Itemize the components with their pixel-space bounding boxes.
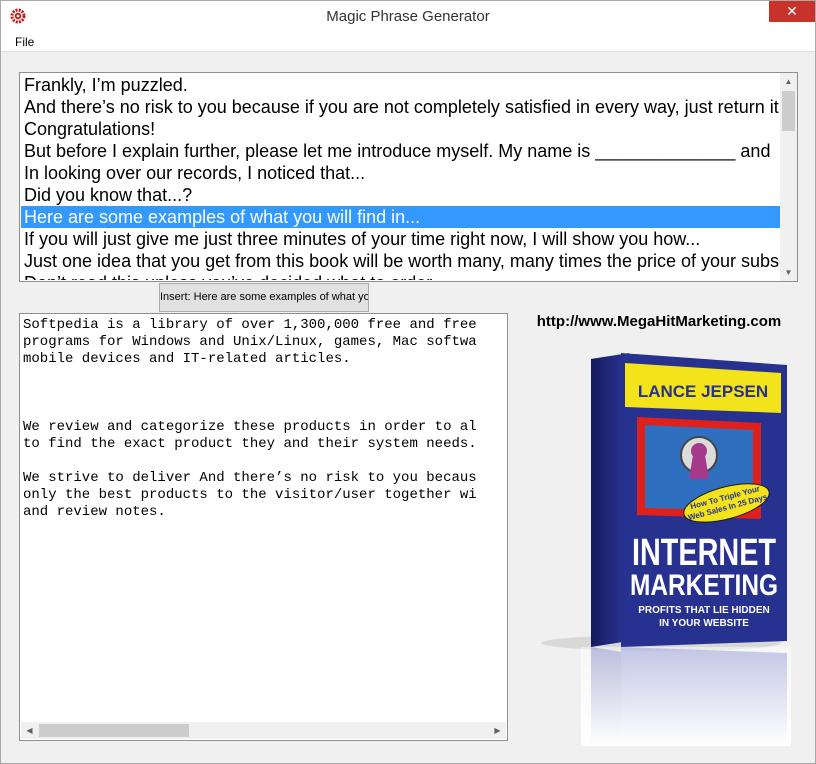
scroll-thumb[interactable] bbox=[782, 91, 795, 131]
close-icon: ✕ bbox=[786, 3, 798, 19]
menu-file[interactable]: File bbox=[15, 35, 34, 49]
menu-bar: File bbox=[1, 32, 815, 52]
list-item[interactable]: Here are some examples of what you will … bbox=[21, 206, 782, 228]
book-author: LANCE JEPSEN bbox=[638, 382, 768, 401]
close-button[interactable]: ✕ bbox=[769, 1, 815, 22]
list-item[interactable]: In looking over our records, I noticed t… bbox=[21, 162, 782, 184]
list-item[interactable]: But before I explain further, please let… bbox=[21, 140, 782, 162]
book-cover-image[interactable]: LANCE JEPSEN How To Triple Your Web Sale… bbox=[541, 351, 791, 746]
window-title: Magic Phrase Generator bbox=[326, 8, 490, 25]
editor-horizontal-scrollbar[interactable]: ◀ ▶ bbox=[21, 722, 506, 739]
phrase-list[interactable]: Frankly, I’m puzzled. And there’s no risk… bbox=[19, 72, 798, 282]
insert-button[interactable]: Insert: Here are some examples of what y… bbox=[159, 283, 369, 312]
editor-content[interactable]: Softpedia is a library of over 1,300,000… bbox=[23, 317, 506, 717]
list-item[interactable]: Congratulations! bbox=[21, 118, 782, 140]
scroll-thumb[interactable] bbox=[39, 724, 189, 737]
scroll-up-icon[interactable]: ▲ bbox=[780, 73, 797, 90]
list-item[interactable]: Just one idea that you get from this boo… bbox=[21, 250, 782, 272]
app-window: Magic Phrase Generator ✕ File Frankly, I… bbox=[0, 0, 816, 764]
text-editor[interactable]: Softpedia is a library of over 1,300,000… bbox=[19, 313, 508, 741]
book-title-line-2: MARKETING bbox=[630, 569, 778, 602]
scroll-left-icon[interactable]: ◀ bbox=[21, 722, 38, 739]
scroll-right-icon[interactable]: ▶ bbox=[489, 722, 506, 739]
promo-url-link[interactable]: http://www.MegaHitMarketing.com bbox=[521, 313, 797, 330]
list-item[interactable]: And there’s no risk to you because if yo… bbox=[21, 96, 782, 118]
scroll-down-icon[interactable]: ▼ bbox=[780, 264, 797, 281]
book-title-line-1: INTERNET bbox=[632, 532, 776, 574]
phrase-list-vertical-scrollbar[interactable]: ▲ ▼ bbox=[780, 73, 797, 281]
title-bar[interactable]: Magic Phrase Generator ✕ bbox=[1, 1, 815, 32]
list-item[interactable]: Frankly, I’m puzzled. bbox=[21, 74, 782, 96]
phrase-list-items: Frankly, I’m puzzled. And there’s no risk… bbox=[21, 74, 782, 280]
book-subtitle-line-1: PROFITS THAT LIE HIDDEN bbox=[638, 605, 769, 616]
list-item[interactable]: Did you know that...? bbox=[21, 184, 782, 206]
list-item[interactable]: Don’t read this unless you’ve decided wh… bbox=[21, 272, 782, 280]
book-subtitle-line-2: IN YOUR WEBSITE bbox=[659, 618, 749, 629]
list-item[interactable]: If you will just give me just three minu… bbox=[21, 228, 782, 250]
